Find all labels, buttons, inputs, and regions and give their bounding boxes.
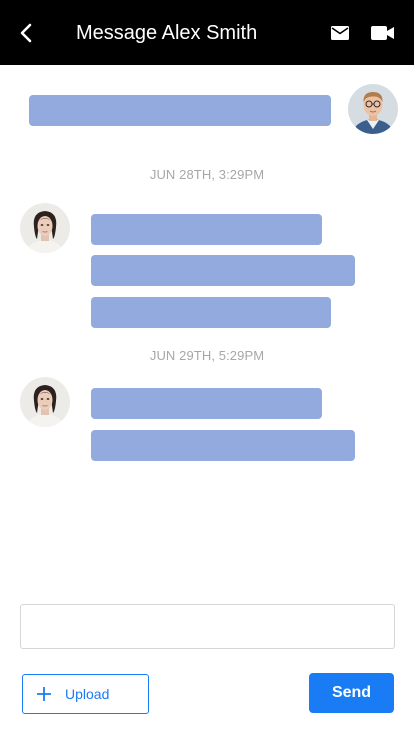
- message-bubble: [91, 297, 331, 328]
- plus-icon: [37, 687, 51, 701]
- woman-portrait-avatar-image: [20, 203, 70, 253]
- avatar-alex: [348, 84, 398, 134]
- message-bubble: [91, 430, 355, 461]
- email-button[interactable]: [329, 22, 351, 44]
- chevron-left-icon: [20, 23, 32, 43]
- page-title: Message Alex Smith: [76, 22, 258, 44]
- message-bubble: [91, 214, 322, 245]
- avatar-contact: [20, 203, 70, 253]
- message-bubble: [91, 255, 355, 286]
- message-input[interactable]: [20, 604, 395, 649]
- message-bubble: [29, 95, 331, 126]
- man-portrait-avatar-image: [348, 84, 398, 134]
- woman-portrait-avatar-image: [20, 377, 70, 427]
- app-header: Message Alex Smith: [0, 0, 414, 65]
- envelope-icon: [331, 26, 349, 40]
- send-button[interactable]: Send: [309, 673, 394, 713]
- upload-label: Upload: [65, 686, 110, 702]
- video-camera-icon: [371, 26, 394, 40]
- upload-button[interactable]: Upload: [22, 674, 149, 714]
- video-call-button[interactable]: [370, 22, 396, 44]
- message-bubble: [91, 388, 322, 419]
- avatar-contact: [20, 377, 70, 427]
- message-timestamp: JUN 29TH, 5:29PM: [149, 348, 265, 363]
- message-timestamp: JUN 28TH, 3:29PM: [149, 167, 265, 182]
- back-button[interactable]: [14, 20, 40, 46]
